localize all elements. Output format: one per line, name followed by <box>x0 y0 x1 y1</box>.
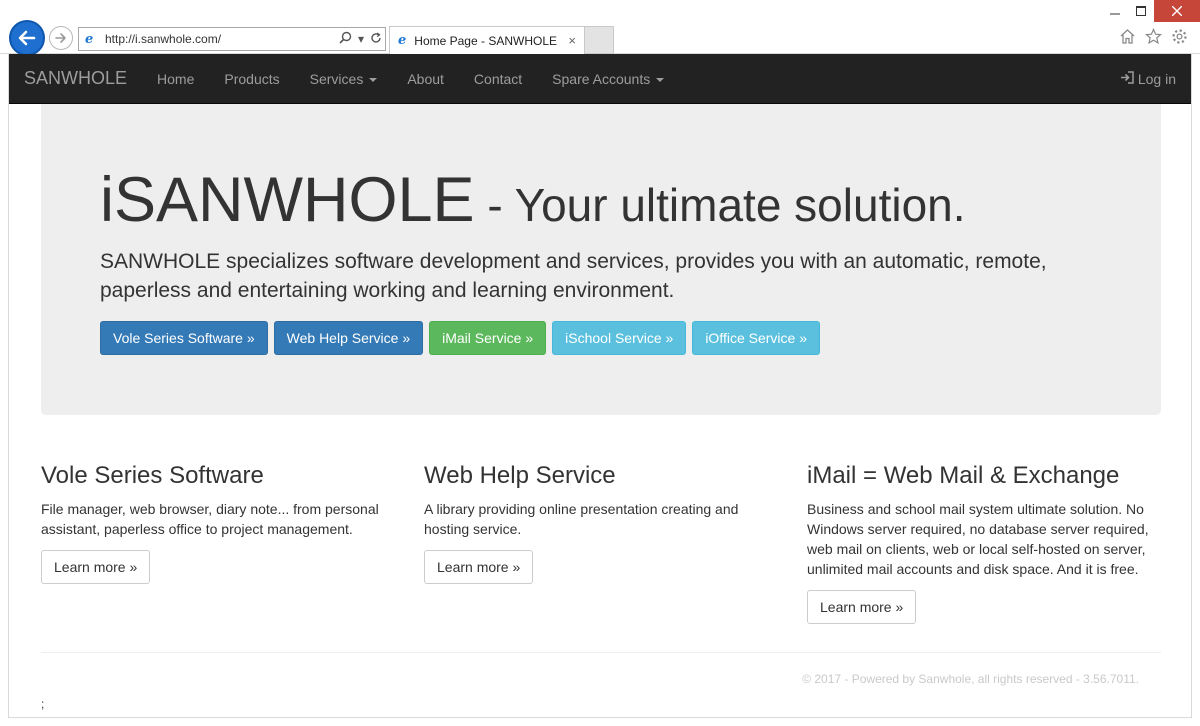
caret-down-icon <box>369 77 378 82</box>
navbar-brand[interactable]: SANWHOLE <box>9 68 142 89</box>
nav-spare-accounts-label: Spare Accounts <box>552 70 651 87</box>
settings-gear-icon[interactable] <box>1170 28 1188 50</box>
window-close-icon[interactable] <box>1154 0 1200 22</box>
login-label: Log in <box>1137 71 1176 87</box>
stray-text: ; <box>41 697 45 711</box>
hero-jumbotron: iSANWHOLE - Your ultimate solution. SANW… <box>41 104 1161 415</box>
browser-toolbar-icons <box>1118 28 1188 50</box>
browser-tab[interactable]: e Home Page - SANWHOLE × <box>389 26 585 54</box>
nav-contact[interactable]: Contact <box>459 71 537 87</box>
learn-more-button[interactable]: Learn more » <box>807 590 917 625</box>
ioffice-button[interactable]: iOffice Service » <box>692 321 820 356</box>
hero-title-rest: - Your ultimate solution. <box>474 179 966 231</box>
feature-imail: iMail = Web Mail & Exchange Business and… <box>807 462 1157 625</box>
feature-heading: Vole Series Software <box>41 462 264 489</box>
dropdown-caret-icon[interactable]: ▾ <box>355 32 367 46</box>
browser-chrome: e http://i.sanwhole.com/ ▾ e Home Page -… <box>0 0 1200 56</box>
feature-web-help: Web Help Service A library providing onl… <box>424 462 774 585</box>
close-tab-icon[interactable]: × <box>568 33 576 48</box>
address-bar[interactable]: e http://i.sanwhole.com/ ▾ <box>78 27 386 51</box>
feature-text: A library providing online presentation … <box>424 501 739 538</box>
feature-heading: Web Help Service <box>424 462 616 489</box>
footer-copyright: © 2017 - Powered by Sanwhole, all rights… <box>802 672 1139 686</box>
login-link[interactable]: Log in <box>1120 54 1176 104</box>
nav-home[interactable]: Home <box>142 71 209 87</box>
favorites-star-icon[interactable] <box>1144 28 1162 50</box>
vole-series-button[interactable]: Vole Series Software » <box>100 321 268 356</box>
learn-more-button[interactable]: Learn more » <box>424 550 534 585</box>
caret-down-icon <box>656 77 665 82</box>
learn-more-button[interactable]: Learn more » <box>41 550 151 585</box>
forward-button[interactable] <box>49 26 73 50</box>
nav-services[interactable]: Services <box>295 71 393 87</box>
feature-text: File manager, web browser, diary note...… <box>41 501 379 538</box>
ie-tab-icon: e <box>398 33 407 48</box>
nav-services-label: Services <box>309 70 364 87</box>
new-tab-button[interactable] <box>585 26 614 54</box>
ie-page-icon: e <box>85 31 94 47</box>
footer-divider <box>41 652 1161 653</box>
window-controls <box>1102 0 1200 22</box>
hero-lead: SANWHOLE specializes software developmen… <box>100 250 1047 303</box>
hero-title-main: iSANWHOLE <box>100 165 475 235</box>
nav-spare-accounts[interactable]: Spare Accounts <box>537 71 679 87</box>
address-url[interactable]: http://i.sanwhole.com/ <box>105 32 336 46</box>
minimize-icon[interactable] <box>1102 0 1128 22</box>
feature-vole: Vole Series Software File manager, web b… <box>41 462 391 585</box>
imail-button[interactable]: iMail Service » <box>429 321 547 356</box>
arrow-right-icon <box>55 33 66 43</box>
top-navbar: SANWHOLE Home Products Services About Co… <box>9 54 1191 104</box>
back-button[interactable] <box>9 20 45 56</box>
nav-products[interactable]: Products <box>209 71 294 87</box>
ischool-button[interactable]: iSchool Service » <box>552 321 687 356</box>
page-viewport: SANWHOLE Home Products Services About Co… <box>8 54 1192 718</box>
tab-title: Home Page - SANWHOLE <box>414 33 557 48</box>
hero-title: iSANWHOLE - Your ultimate solution. <box>100 165 1102 235</box>
nav-about[interactable]: About <box>392 71 459 87</box>
web-help-button[interactable]: Web Help Service » <box>273 321 424 356</box>
login-icon <box>1120 71 1134 87</box>
refresh-icon[interactable] <box>367 31 385 47</box>
hero-button-row: Vole Series Software » Web Help Service … <box>100 321 1102 356</box>
maximize-icon[interactable] <box>1128 0 1154 22</box>
home-icon[interactable] <box>1118 28 1136 50</box>
search-icon[interactable] <box>336 31 355 47</box>
feature-heading: iMail = Web Mail & Exchange <box>807 462 1120 489</box>
feature-text: Business and school mail system ultimate… <box>807 501 1149 578</box>
arrow-left-icon <box>18 30 36 46</box>
